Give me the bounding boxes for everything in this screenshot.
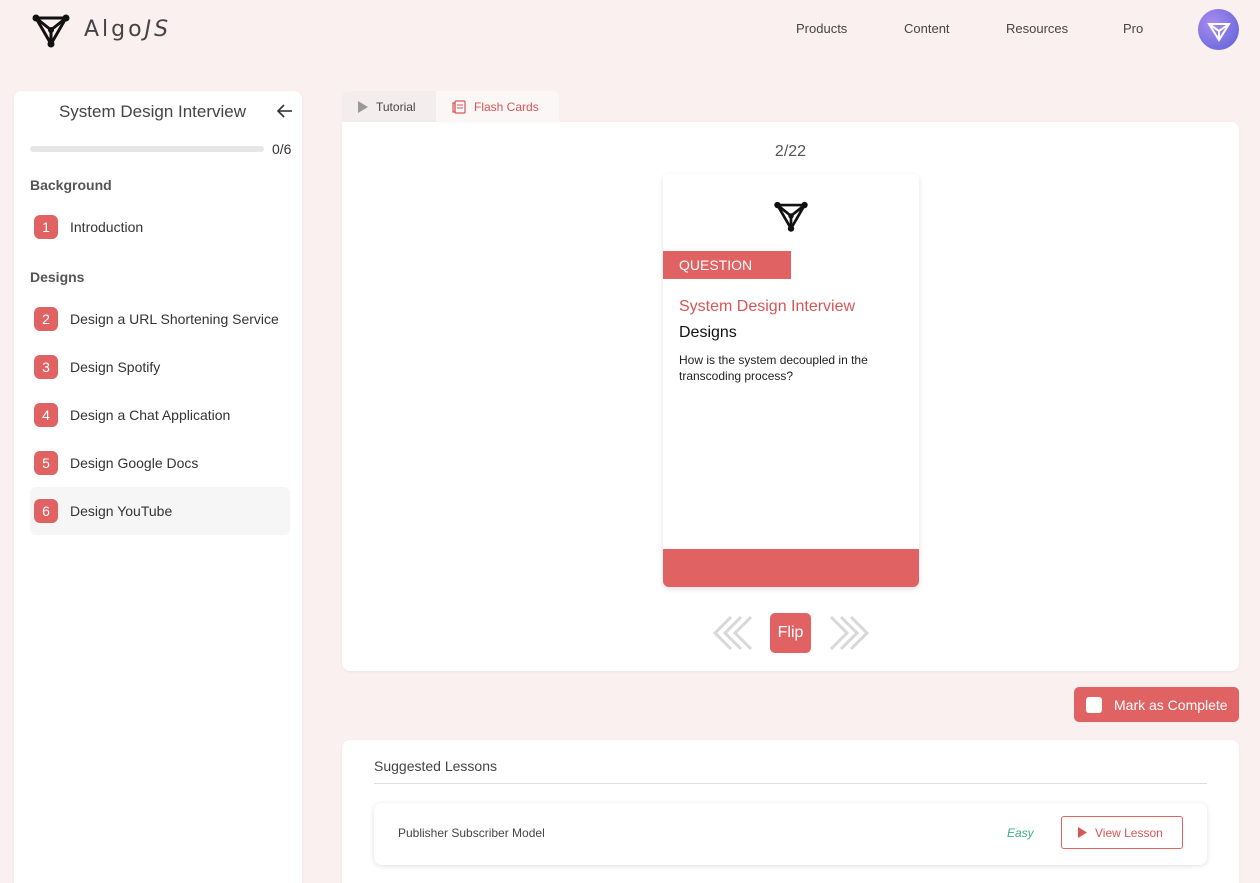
previous-card-button[interactable] xyxy=(709,614,757,652)
flip-button[interactable]: Flip xyxy=(770,613,811,653)
complete-checkbox[interactable] xyxy=(1086,696,1102,713)
question-tag: QUESTION xyxy=(663,251,791,279)
course-title: System Design Interview xyxy=(58,102,247,121)
mark-complete-button[interactable]: Mark as Complete xyxy=(1074,687,1239,722)
flash-card-panel: 2/22 QUESTION System Design Interview De… xyxy=(342,122,1239,671)
algojs-card-logo-icon xyxy=(774,201,808,232)
avatar-logo-icon xyxy=(1206,22,1231,42)
lesson-number-badge: 2 xyxy=(34,307,58,331)
mark-complete-label: Mark as Complete xyxy=(1114,696,1228,713)
card-footer-bar xyxy=(663,549,919,587)
sidebar-item-chat-application[interactable]: 4 Design a Chat Application xyxy=(30,391,290,439)
play-icon xyxy=(358,100,368,113)
sidebar-item-label: Design Spotify xyxy=(70,359,161,375)
lesson-row: Publisher Subscriber Model Easy View Les… xyxy=(374,803,1207,865)
user-avatar[interactable] xyxy=(1198,9,1239,50)
suggested-lessons-title: Suggested Lessons xyxy=(374,758,497,774)
card-course-title: System Design Interview xyxy=(679,298,856,315)
sidebar-item-google-docs[interactable]: 5 Design Google Docs xyxy=(30,439,290,487)
course-progress-bar xyxy=(30,146,264,152)
tab-flash-cards-label: Flash Cards xyxy=(474,99,539,114)
lesson-number-badge: 5 xyxy=(34,451,58,475)
arrow-left-icon[interactable] xyxy=(276,102,294,120)
play-icon xyxy=(1078,827,1087,838)
view-lesson-label: View Lesson xyxy=(1095,825,1163,840)
section-title-designs: Designs xyxy=(30,269,85,285)
card-section-title: Designs xyxy=(679,324,737,341)
sidebar-item-label: Introduction xyxy=(70,219,144,235)
nav-content[interactable]: Content xyxy=(904,21,950,36)
algojs-logo-icon xyxy=(32,14,70,48)
section-title-background: Background xyxy=(30,177,112,193)
tab-flash-cards[interactable]: Flash Cards xyxy=(436,91,559,122)
flash-cards-icon xyxy=(452,99,466,114)
lesson-number-badge: 1 xyxy=(34,215,58,239)
card-counter: 2/22 xyxy=(774,143,807,160)
nav-pro[interactable]: Pro xyxy=(1123,21,1143,36)
algojs-logo[interactable]: AlgoJS xyxy=(30,8,171,50)
nav-resources[interactable]: Resources xyxy=(1006,21,1068,36)
course-sidebar: System Design Interview 0/6 Background 1… xyxy=(14,91,302,883)
course-progress-count: 0/6 xyxy=(272,141,292,157)
flash-card[interactable]: QUESTION System Design Interview Designs… xyxy=(663,174,919,587)
lesson-name: Publisher Subscriber Model xyxy=(398,826,545,840)
lesson-number-badge: 3 xyxy=(34,355,58,379)
sidebar-item-label: Design YouTube xyxy=(70,503,173,519)
card-question-text: How is the system decoupled in the trans… xyxy=(679,353,868,383)
sidebar-item-youtube[interactable]: 6 Design YouTube xyxy=(30,487,290,535)
sidebar-item-introduction[interactable]: 1 Introduction xyxy=(30,203,290,251)
lesson-number-badge: 4 xyxy=(34,403,58,427)
logo-text: AlgoJS xyxy=(84,16,172,42)
suggested-lessons-panel: Suggested Lessons Publisher Subscriber M… xyxy=(342,740,1239,883)
nav-products[interactable]: Products xyxy=(796,21,847,36)
tab-tutorial-label: Tutorial xyxy=(376,99,416,114)
tab-tutorial[interactable]: Tutorial xyxy=(342,91,436,122)
sidebar-item-url-shortening[interactable]: 2 Design a URL Shortening Service xyxy=(30,295,290,343)
sidebar-item-label: Design a Chat Application xyxy=(70,407,231,423)
sidebar-item-label: Design a URL Shortening Service xyxy=(70,311,279,327)
difficulty-badge: Easy xyxy=(1007,826,1034,840)
top-header: AlgoJS Products Content Resources Pro xyxy=(0,0,1260,60)
view-lesson-button[interactable]: View Lesson xyxy=(1061,816,1183,849)
next-card-button[interactable] xyxy=(825,614,873,652)
lesson-number-badge: 6 xyxy=(34,499,58,523)
sidebar-item-spotify[interactable]: 3 Design Spotify xyxy=(30,343,290,391)
divider xyxy=(374,783,1207,784)
sidebar-item-label: Design Google Docs xyxy=(70,455,199,471)
